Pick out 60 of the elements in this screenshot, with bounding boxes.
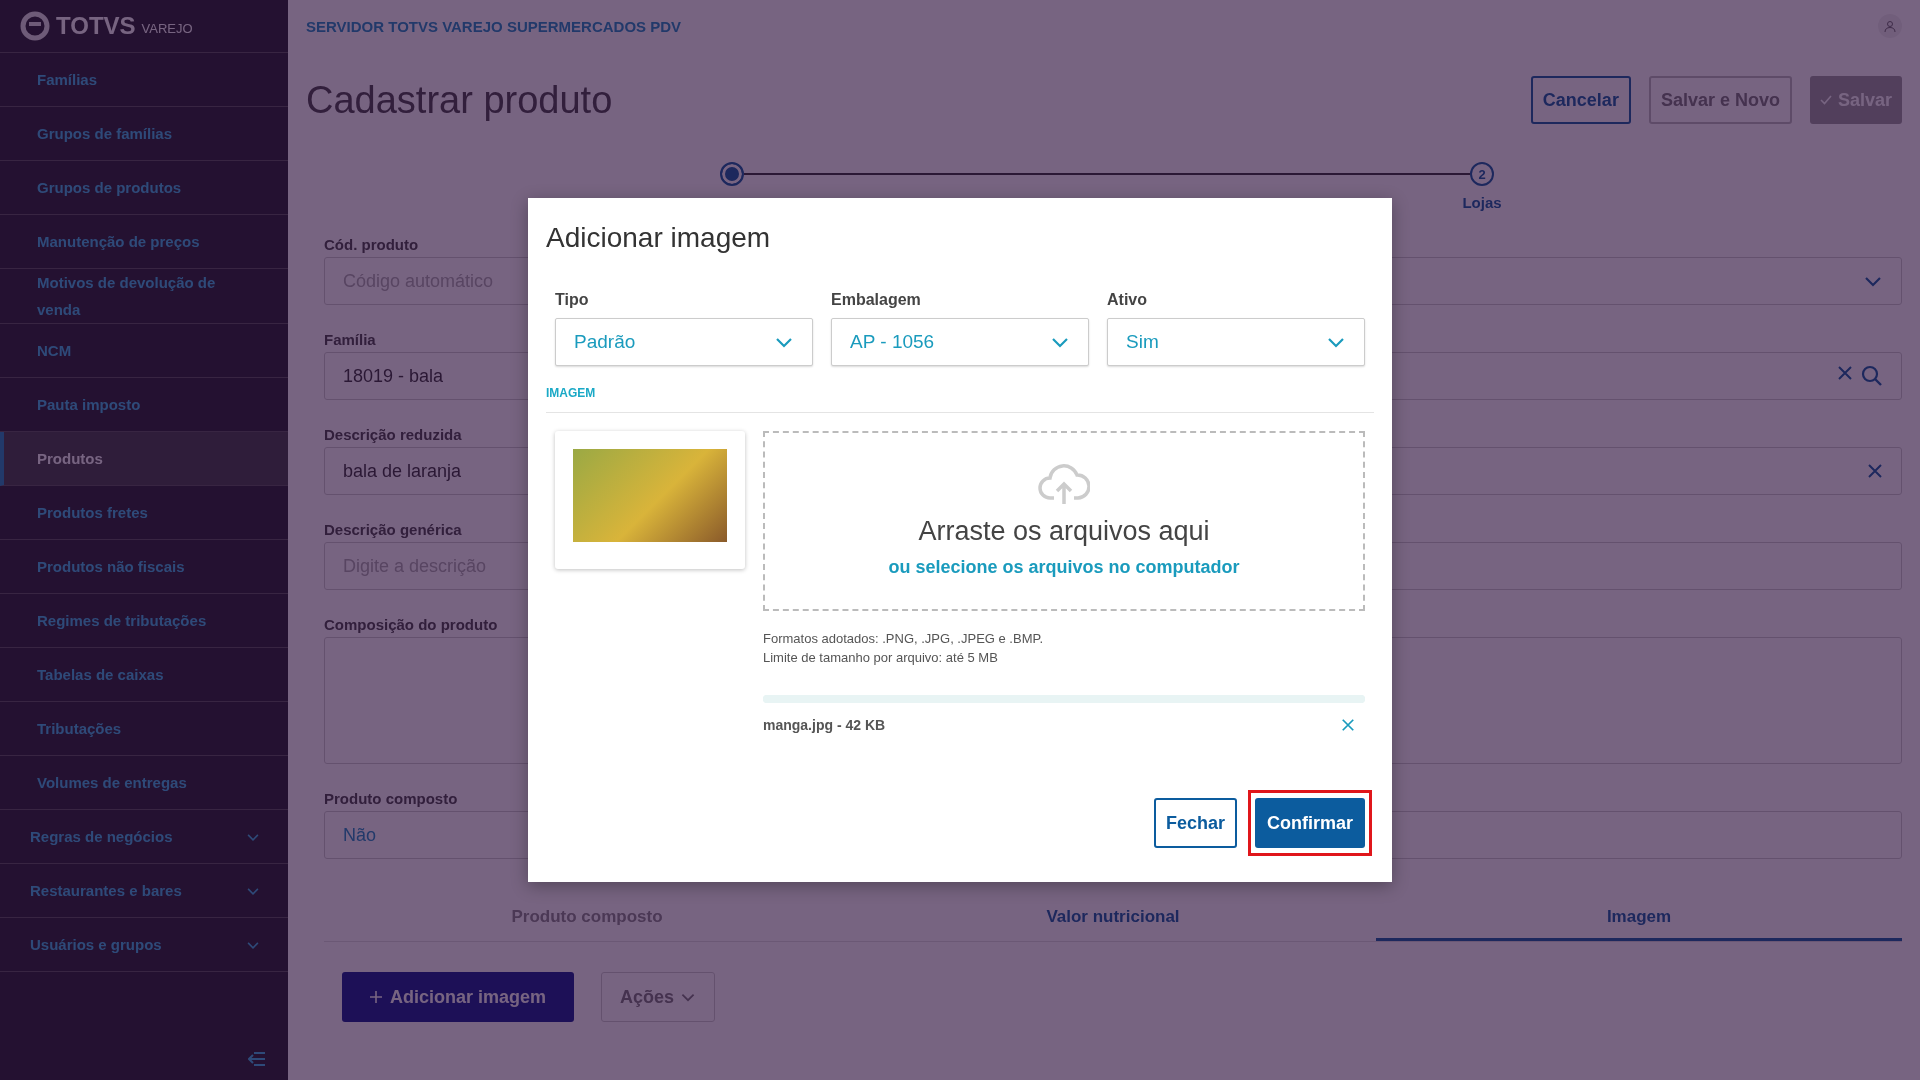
drop-zone[interactable]: Arraste os arquivos aqui ou selecione os arquivos no computador	[763, 431, 1365, 611]
clear-icon[interactable]	[1837, 365, 1853, 381]
sidebar-item[interactable]: Tributações	[0, 702, 288, 756]
server-name: SERVIDOR TOTVS VAREJO SUPERMERCADOS PDV	[306, 17, 682, 35]
field-label: Descrição genérica	[324, 519, 462, 540]
select-field[interactable]: AP - 1056	[831, 318, 1089, 366]
dialog-title: Adicionar imagem	[546, 221, 772, 255]
field-label: Cód. produto	[324, 234, 419, 255]
logo-text: TOTVS	[56, 12, 136, 40]
section-heading: IMAGEM	[546, 386, 1374, 413]
clear-icon[interactable]	[1341, 718, 1355, 732]
sidebar-group[interactable]: Regras de negócios	[0, 810, 288, 864]
sidebar-item[interactable]: Grupos de famílias	[0, 107, 288, 161]
field-label: Descrição reduzida	[324, 424, 462, 445]
sidebar-group[interactable]: Usuários e grupos	[0, 918, 288, 972]
select-field[interactable]: Padrão	[555, 318, 813, 366]
sidebar-item[interactable]: Regimes de tributações	[0, 594, 288, 648]
field-label: Embalagem	[831, 290, 922, 310]
cloud-upload-icon	[1038, 464, 1090, 506]
sidebar-item[interactable]: Famílias	[0, 53, 288, 107]
plus-icon	[370, 991, 382, 1003]
action-button[interactable]: Cancelar	[1530, 76, 1631, 124]
dialog-button[interactable]: Fechar	[1153, 798, 1237, 848]
sidebar-item[interactable]: NCM	[0, 324, 288, 378]
tab[interactable]: Imagem	[1376, 895, 1902, 941]
collapse-menu-icon[interactable]	[248, 1052, 266, 1066]
add-image-button[interactable]: Adicionar imagem	[342, 972, 575, 1022]
sidebar-item[interactable]: Produtos não fiscais	[0, 540, 288, 594]
field-label: Produto composto	[324, 788, 458, 809]
hint-text: Formatos adotados: .PNG, .JPG, .JPEG e .BMP.	[763, 630, 1045, 648]
select-files-link[interactable]: ou selecione os arquivos no computador	[888, 557, 1240, 578]
field-label: Família	[324, 329, 376, 350]
sidebar-item[interactable]: Produtos	[0, 432, 288, 486]
sidebar-item[interactable]: Volumes de entregas	[0, 756, 288, 810]
user-avatar[interactable]	[1878, 14, 1902, 38]
hint-text: Limite de tamanho por arquivo: até 5 MB	[763, 649, 999, 667]
tab[interactable]: Valor nutricional	[850, 895, 1376, 941]
logo-icon	[20, 11, 50, 41]
step-label: Lojas	[1462, 194, 1502, 211]
field-label: Composição do produto	[324, 614, 498, 635]
sidebar-item[interactable]: Manutenção de preços	[0, 215, 288, 269]
logo-subtitle: VAREJO	[141, 20, 193, 36]
file-name: manga.jpg - 42 KB	[763, 717, 886, 733]
dialog-button[interactable]: Confirmar	[1255, 798, 1365, 848]
sidebar-item[interactable]: Motivos de devolução de venda	[0, 269, 288, 324]
page-title: Cadastrar produto	[306, 78, 613, 122]
sidebar-item[interactable]: Grupos de produtos	[0, 161, 288, 215]
check-icon	[1819, 95, 1832, 105]
field-label: Tipo	[555, 290, 590, 310]
search-icon[interactable]	[1861, 365, 1883, 387]
sidebar-group[interactable]: Restaurantes e bares	[0, 864, 288, 918]
step-indicator[interactable]: 2	[1470, 162, 1494, 186]
field-label: Ativo	[1107, 290, 1148, 310]
sidebar-item[interactable]: Produtos fretes	[0, 486, 288, 540]
clear-icon[interactable]	[1867, 463, 1883, 479]
select-field[interactable]: Sim	[1107, 318, 1365, 366]
drop-title: Arraste os arquivos aqui	[918, 516, 1210, 547]
sidebar-item[interactable]: Tabelas de caixas	[0, 648, 288, 702]
user-icon	[1884, 20, 1896, 32]
step-indicator[interactable]	[720, 162, 744, 186]
